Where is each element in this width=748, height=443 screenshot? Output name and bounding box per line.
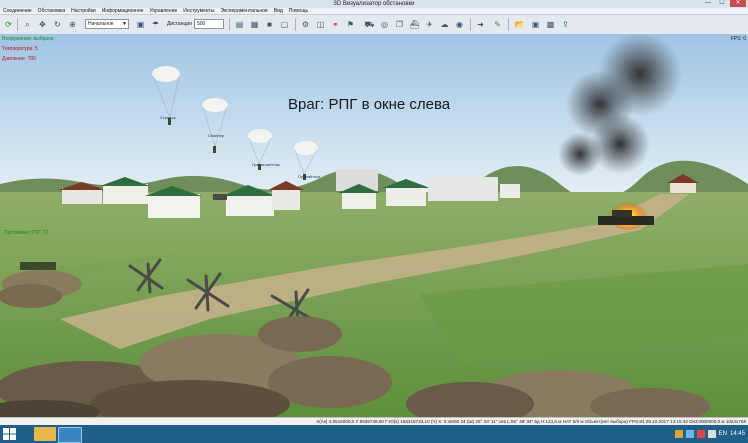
export-icon[interactable]: ⇪ bbox=[560, 19, 571, 30]
windows-start-icon[interactable] bbox=[3, 428, 16, 440]
taskbar-explorer-icon[interactable] bbox=[34, 427, 56, 441]
scene-viewport[interactable]: Вооружение: выбрано Температура: 5 Давле… bbox=[0, 32, 748, 428]
copy-icon[interactable]: ❐ bbox=[394, 19, 405, 30]
clock[interactable]: 14:45 bbox=[730, 431, 745, 437]
menu-experimental[interactable]: Экспериментальное bbox=[220, 8, 267, 14]
save-icon[interactable]: ▣ bbox=[530, 19, 541, 30]
distance-label: Дистанция bbox=[167, 21, 192, 27]
scene-caption: Враг: РПГ в окне слева bbox=[288, 96, 451, 113]
menu-situation[interactable]: Обстановка bbox=[38, 8, 66, 14]
unit-icon[interactable]: ⚙ bbox=[300, 19, 311, 30]
menu-help[interactable]: Помощь bbox=[289, 8, 308, 14]
hud-weapon-status: Вооружение: выбрано bbox=[2, 36, 54, 42]
tray-app-icon[interactable] bbox=[674, 430, 683, 438]
minimize-button[interactable]: — bbox=[702, 0, 714, 7]
menu-control[interactable]: Управление bbox=[149, 8, 177, 14]
square-icon[interactable]: ■ bbox=[264, 19, 275, 30]
toolbar: ⟳ ⌕ ✥ ↻ ⊕ Начальное ▼ ▣ ☂ Дистанция 500 ▤… bbox=[0, 15, 748, 35]
menu-tools[interactable]: Инструменты bbox=[183, 8, 214, 14]
distance-input[interactable]: 500 bbox=[194, 19, 224, 29]
edit-icon[interactable]: ✎ bbox=[492, 19, 503, 30]
aircraft-icon[interactable]: ✈ bbox=[424, 19, 435, 30]
unit-tag: Противник: РПГ 72 bbox=[4, 230, 48, 236]
vehicle-icon[interactable]: ⛟ bbox=[364, 19, 375, 30]
menu-view[interactable]: Вид bbox=[274, 8, 283, 14]
parachutist-label: Пулемётчик bbox=[298, 174, 321, 179]
hud-pressure: Давление: 780 bbox=[2, 56, 36, 62]
chart-icon[interactable]: ◫ bbox=[315, 19, 326, 30]
tray-network-icon[interactable] bbox=[685, 430, 694, 438]
system-tray: EN 14:45 bbox=[674, 425, 748, 443]
menu-bar: Соединение Обстановка Настройки Информац… bbox=[0, 8, 748, 15]
refresh-icon[interactable]: ⟳ bbox=[3, 19, 14, 30]
scene-graphics bbox=[0, 32, 748, 428]
eye-icon[interactable]: ◉ bbox=[454, 19, 465, 30]
mode-select[interactable]: Начальное ▼ bbox=[85, 19, 129, 29]
tray-alert-icon[interactable] bbox=[696, 430, 705, 438]
close-button[interactable]: ✕ bbox=[730, 0, 746, 7]
frame-icon[interactable]: ▢ bbox=[279, 19, 290, 30]
target-icon[interactable]: ⊕ bbox=[67, 19, 78, 30]
rotate-icon[interactable]: ↻ bbox=[52, 19, 63, 30]
camera-icon[interactable]: ▣ bbox=[135, 19, 146, 30]
flag-icon[interactable]: ⚑ bbox=[345, 19, 356, 30]
tray-volume-icon[interactable] bbox=[707, 430, 716, 438]
parachutist-label: Стрелок bbox=[160, 115, 176, 120]
parachutist-label: Снайпер bbox=[208, 133, 225, 138]
link-icon[interactable]: ⚭ bbox=[330, 19, 341, 30]
window-title: 3D Визуализатор обстановки bbox=[333, 1, 415, 7]
layer-icon[interactable]: ▤ bbox=[234, 19, 245, 30]
keyboard-language[interactable]: EN bbox=[719, 431, 727, 437]
screenshot-icon[interactable]: ▩ bbox=[545, 19, 556, 30]
parachutist-label: Гранатомётчик bbox=[252, 162, 280, 167]
zoom-icon[interactable]: ⌕ bbox=[22, 19, 33, 30]
taskbar: EN 14:45 bbox=[0, 425, 748, 443]
move-icon[interactable]: ✥ bbox=[37, 19, 48, 30]
maximize-button[interactable]: ☐ bbox=[716, 0, 728, 7]
menu-settings[interactable]: Настройки bbox=[71, 8, 96, 14]
wheel-icon[interactable]: ◎ bbox=[379, 19, 390, 30]
cloud-icon[interactable]: ☁ bbox=[439, 19, 450, 30]
fps-counter: FPS: 0 bbox=[730, 36, 746, 42]
chevron-down-icon: ▼ bbox=[122, 21, 127, 27]
menu-connection[interactable]: Соединение bbox=[3, 8, 32, 14]
taskbar-visualizer-icon[interactable] bbox=[58, 427, 82, 443]
parachute-icon[interactable]: ☂ bbox=[150, 19, 161, 30]
folder-open-icon[interactable]: 📂 bbox=[514, 19, 525, 30]
grid-icon[interactable]: ▦ bbox=[249, 19, 260, 30]
hud-temperature: Температура: 5 bbox=[2, 46, 38, 52]
menu-information[interactable]: Информационное bbox=[102, 8, 144, 14]
arrow-right-icon[interactable]: ➜ bbox=[475, 19, 486, 30]
ship-icon[interactable]: ⛴ bbox=[409, 19, 420, 30]
mode-select-value: Начальное bbox=[88, 21, 114, 27]
